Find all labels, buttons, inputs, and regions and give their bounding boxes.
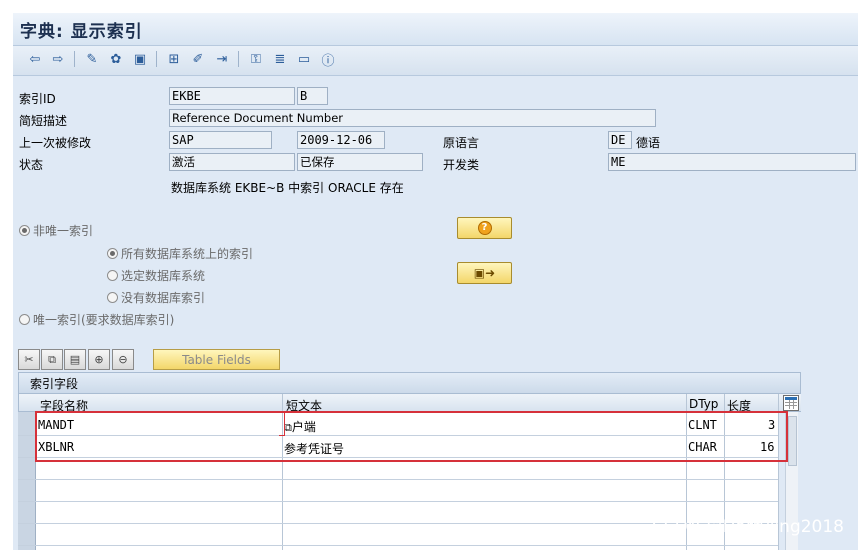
db-arrow-icon: ▣➜ [473, 266, 496, 280]
page-title: 字典: 显示索引 [20, 22, 143, 42]
top-margin [13, 0, 858, 13]
radio-non-unique-index[interactable]: 非唯一索引 [19, 222, 93, 239]
table-title-bar [18, 372, 801, 394]
index-table-field[interactable]: EKBE [169, 87, 295, 105]
copy-icon[interactable]: ⧉ [41, 349, 63, 370]
table-fields-button[interactable]: Table Fields [153, 349, 280, 370]
db-info-text: 数据库系统 EKBE~B 中索引 ORACLE 存在 [171, 181, 404, 195]
radio-selected-icon [107, 248, 118, 259]
selection-highlight [35, 411, 788, 462]
orig-lang-label: 原语言 [443, 136, 480, 150]
short-desc-label: 简短描述 [19, 114, 68, 128]
watermark: CSDN @Harryjing2018 [651, 517, 844, 537]
package-field[interactable]: ME [608, 153, 856, 171]
radio-unselected-icon [107, 292, 118, 303]
transport-icon[interactable]: ⇥ [213, 50, 231, 68]
left-margin [0, 0, 13, 550]
radio-unique-index[interactable]: 唯一索引(要求数据库索引) [19, 311, 174, 328]
question-icon: ? [477, 221, 492, 235]
row-divider [18, 479, 778, 480]
check-icon[interactable]: ✐ [189, 50, 207, 68]
changed-date-field[interactable]: 2009-12-06 [297, 131, 385, 149]
forward-arrow-icon[interactable]: ⇨ [49, 50, 67, 68]
help-button[interactable]: ? [457, 217, 512, 239]
selection-marker [279, 412, 285, 436]
last-changed-label: 上一次被修改 [19, 136, 92, 150]
radio-all-db-systems[interactable]: 所有数据库系统上的索引 [107, 245, 253, 262]
radio-no-db-index[interactable]: 没有数据库索引 [107, 289, 205, 306]
window-icon[interactable]: ▭ [295, 50, 313, 68]
short-desc-field[interactable]: Reference Document Number [169, 109, 656, 127]
package-label: 开发类 [443, 158, 480, 172]
status-active-field[interactable]: 激活 [169, 153, 295, 171]
index-name-field[interactable]: B [297, 87, 328, 105]
radio-selected-icon [19, 225, 30, 236]
row-divider [18, 545, 778, 546]
list-icon[interactable]: ≣ [271, 50, 289, 68]
display-change-icon[interactable]: ✎ [83, 50, 101, 68]
insert-row-icon[interactable]: ⊕ [88, 349, 110, 370]
cut-icon[interactable]: ✂ [18, 349, 40, 370]
column-header-dtyp[interactable]: DTyp [689, 397, 718, 411]
info-icon[interactable]: ⓘ [319, 50, 337, 69]
row-selector-column[interactable] [18, 412, 36, 550]
other-object-icon[interactable]: ✿ [107, 50, 125, 68]
db-settings-button[interactable]: ▣➜ [457, 262, 512, 284]
table-settings-icon[interactable] [783, 395, 799, 411]
activate-icon[interactable]: ▣ [131, 50, 149, 68]
radio-selected-db-systems[interactable]: 选定数据库系统 [107, 267, 205, 284]
toolbar-separator [238, 51, 239, 67]
back-arrow-icon[interactable]: ⇦ [26, 50, 44, 68]
toolbar-separator [156, 51, 157, 67]
table-header-row [18, 394, 801, 412]
hierarchy-icon[interactable]: ⚿ [247, 50, 265, 68]
delete-row-icon[interactable]: ⊖ [112, 349, 134, 370]
status-saved-field[interactable]: 已保存 [297, 153, 423, 171]
orig-lang-code-field[interactable]: DE [608, 131, 632, 149]
row-divider [18, 501, 778, 502]
toolbar-separator [74, 51, 75, 67]
orig-lang-name: 德语 [636, 136, 661, 150]
where-used-icon[interactable]: ⊞ [165, 50, 183, 68]
table-title: 索引字段 [30, 377, 79, 391]
radio-unselected-icon [107, 270, 118, 281]
index-id-label: 索引ID [19, 92, 56, 106]
changed-by-field[interactable]: SAP [169, 131, 272, 149]
paste-icon[interactable]: ▤ [64, 349, 86, 370]
radio-unselected-icon [19, 314, 30, 325]
status-label: 状态 [19, 158, 44, 172]
